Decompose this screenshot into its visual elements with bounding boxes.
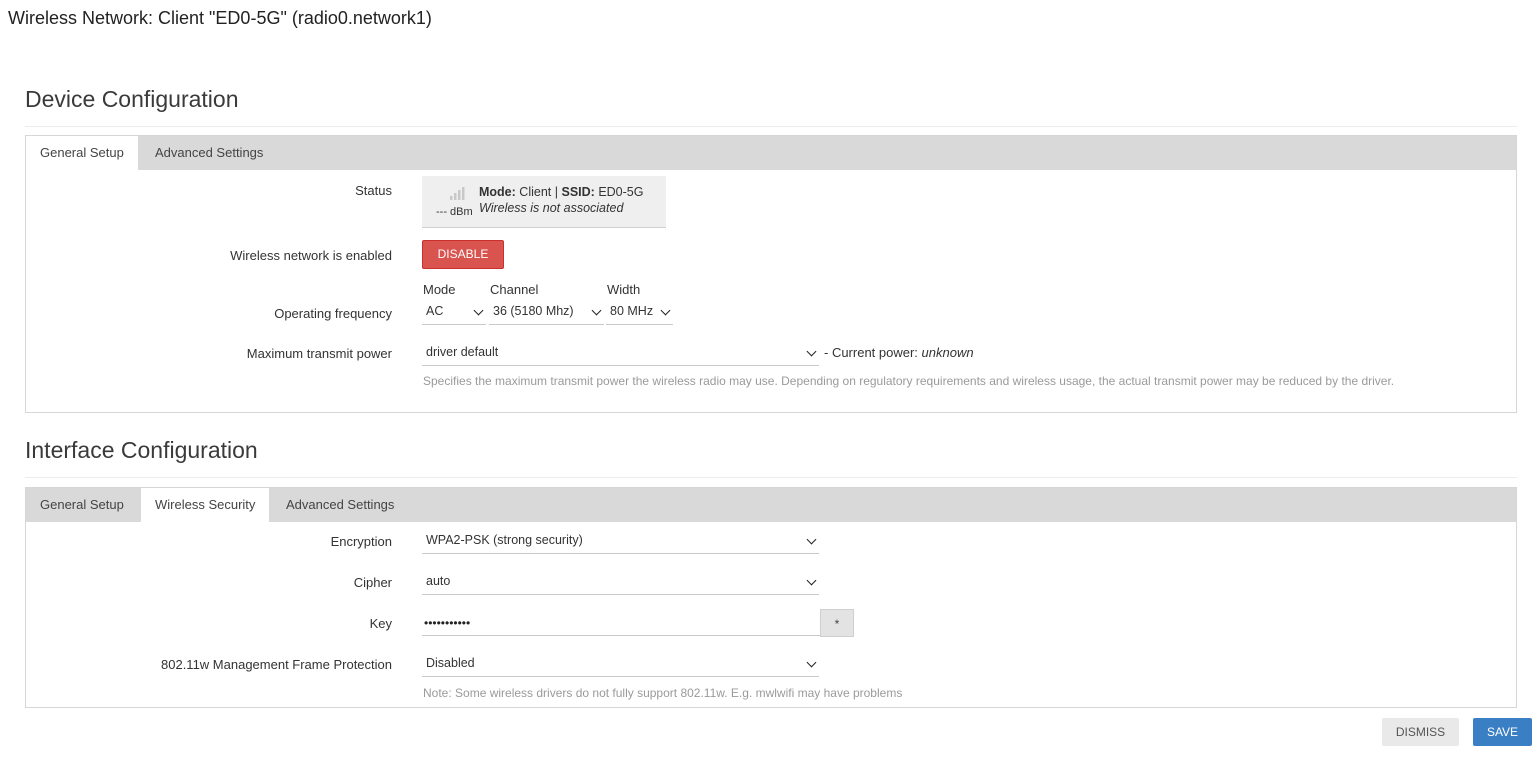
ssid-key: SSID: <box>561 185 595 199</box>
interface-config-panel: General Setup Wireless Security Advanced… <box>25 487 1517 708</box>
cipher-label: Cipher <box>353 575 392 590</box>
mode-key: Mode: <box>479 185 516 199</box>
freq-width-label: Width <box>607 282 641 297</box>
ssid-value: ED0-5G <box>598 185 644 199</box>
dismiss-button[interactable]: DISMISS <box>1382 718 1459 746</box>
txpower-value: driver default <box>426 345 499 359</box>
key-input[interactable]: ••••••••••• <box>422 609 820 636</box>
status-box: --- dBm Mode: Client | SSID: ED0-5G Wire… <box>422 176 666 228</box>
mfp-label: 802.11w Management Frame Protection <box>161 657 392 672</box>
encryption-label: Encryption <box>330 534 392 549</box>
txpower-select[interactable]: driver default <box>422 339 819 366</box>
chevron-down-icon <box>806 575 817 586</box>
device-config-title: Device Configuration <box>25 86 239 112</box>
tab-advanced-settings[interactable]: Advanced Settings <box>141 136 277 170</box>
chevron-down-icon <box>806 534 817 545</box>
dialog-title: Wireless Network: Client "ED0-5G" (radio… <box>8 8 432 28</box>
mfp-select[interactable]: Disabled <box>422 650 819 677</box>
freq-channel-select[interactable]: 36 (5180 Mhz) <box>489 298 604 325</box>
chevron-down-icon <box>591 305 602 316</box>
chevron-down-icon <box>660 305 671 316</box>
tab-general-setup[interactable]: General Setup <box>26 488 138 522</box>
save-button[interactable]: SAVE <box>1473 718 1532 746</box>
status-label: Status <box>355 183 392 198</box>
tab-wireless-security[interactable]: Wireless Security <box>141 488 270 523</box>
key-label: Key <box>369 616 392 631</box>
current-power: - Current power: unknown <box>824 345 974 360</box>
interface-tabbar: General Setup Wireless Security Advanced… <box>26 488 1516 523</box>
mode-value: Client <box>519 185 552 199</box>
interface-config-title: Interface Configuration <box>25 437 258 463</box>
freq-mode-label: Mode <box>423 282 456 297</box>
disable-button[interactable]: DISABLE <box>422 240 504 269</box>
freq-mode-select[interactable]: AC <box>422 298 486 325</box>
current-power-prefix: - Current power: <box>824 345 918 360</box>
divider <box>25 126 1517 127</box>
freq-channel-value: 36 (5180 Mhz) <box>493 304 574 318</box>
divider <box>25 477 1517 478</box>
freq-width-select[interactable]: 80 MHz <box>606 298 673 325</box>
tab-general-setup[interactable]: General Setup <box>26 136 138 171</box>
freq-channel-label: Channel <box>490 282 539 297</box>
status-separator: | <box>554 185 558 199</box>
tab-advanced-settings[interactable]: Advanced Settings <box>272 488 408 522</box>
device-tabbar: General Setup Advanced Settings <box>26 136 1516 171</box>
device-config-panel: General Setup Advanced Settings Status -… <box>25 135 1517 413</box>
reveal-key-button[interactable]: * <box>820 609 854 637</box>
mfp-value: Disabled <box>426 656 475 670</box>
mfp-hint: Note: Some wireless drivers do not fully… <box>423 686 903 700</box>
txpower-label: Maximum transmit power <box>246 346 392 361</box>
signal-bars-icon <box>450 187 465 200</box>
signal-dbm: --- dBm <box>436 206 473 218</box>
enabled-label: Wireless network is enabled <box>230 248 392 263</box>
status-mode-ssid: Mode: Client | SSID: ED0-5G <box>479 185 643 199</box>
cipher-value: auto <box>426 574 451 588</box>
chevron-down-icon <box>473 305 484 316</box>
operating-frequency-label: Operating frequency <box>274 306 392 321</box>
chevron-down-icon <box>806 346 817 357</box>
cipher-select[interactable]: auto <box>422 568 819 595</box>
freq-mode-value: AC <box>426 304 444 318</box>
txpower-hint: Specifies the maximum transmit power the… <box>423 374 1395 388</box>
association-status: Wireless is not associated <box>479 201 624 215</box>
chevron-down-icon <box>806 657 817 668</box>
freq-width-value: 80 MHz <box>610 304 654 318</box>
encryption-select[interactable]: WPA2-PSK (strong security) <box>422 527 819 554</box>
current-power-value: unknown <box>921 345 974 360</box>
encryption-value: WPA2-PSK (strong security) <box>426 533 583 547</box>
